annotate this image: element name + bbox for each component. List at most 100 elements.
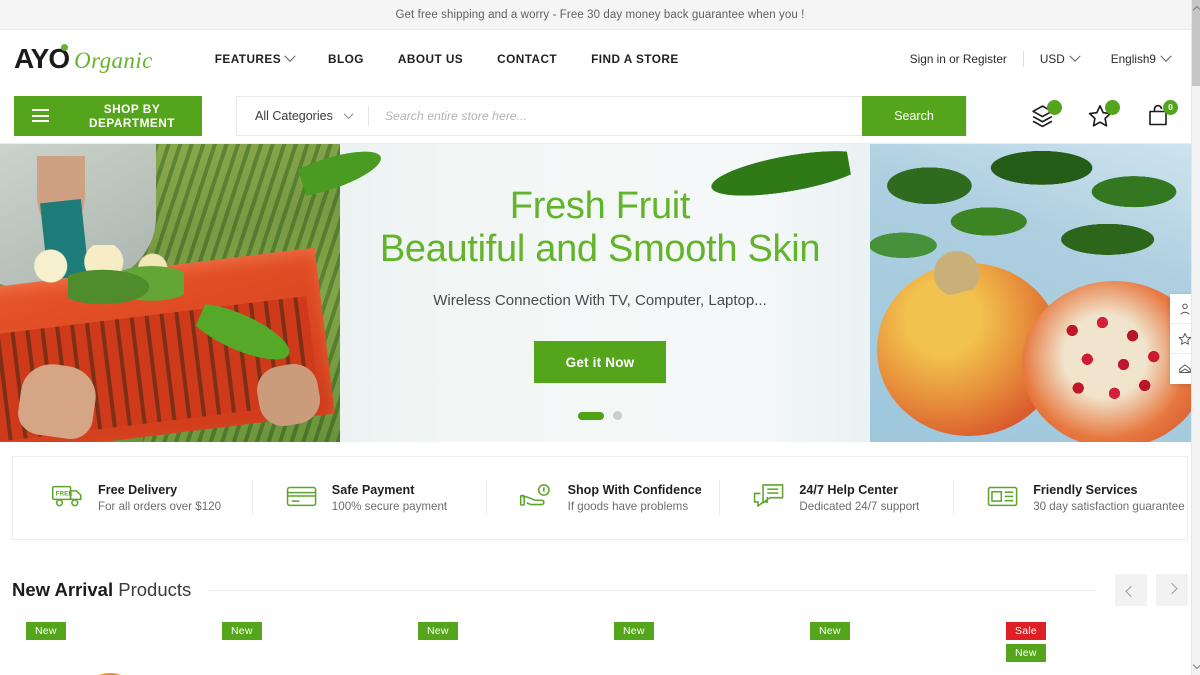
- status-badge: New: [1006, 644, 1046, 662]
- status-badge: Sale: [1006, 622, 1046, 640]
- header-action-icons: 0: [1028, 99, 1186, 130]
- benefit-subtitle: Dedicated 24/7 support: [799, 500, 920, 513]
- main-navigation: FEATURES BLOG ABOUT US CONTACT FIND A ST…: [214, 50, 679, 66]
- nav-item-about-us[interactable]: ABOUT US: [398, 52, 463, 66]
- section-title-light: Products: [118, 579, 192, 600]
- product-thumbnail: [269, 648, 343, 675]
- hero-pagination-dots: [578, 411, 622, 421]
- search-input[interactable]: [368, 96, 862, 135]
- language-label: English9: [1110, 52, 1156, 66]
- benefit-shop-with-confidence: Shop With Confidence If goods have probl…: [487, 482, 720, 515]
- product-card[interactable]: Sale New: [992, 622, 1188, 675]
- credit-card-icon: [285, 482, 319, 515]
- section-title-bold: New Arrival: [12, 579, 114, 600]
- product-card[interactable]: New: [796, 622, 992, 675]
- hero-content: Fresh Fruit Beautiful and Smooth Skin Wi…: [0, 144, 1200, 442]
- benefit-safe-payment: Safe Payment 100% secure payment: [253, 482, 486, 515]
- currency-selector[interactable]: USD: [1024, 50, 1095, 66]
- benefits-strip: FREE Free Delivery For all orders over $…: [12, 456, 1188, 540]
- benefit-title: Shop With Confidence: [567, 483, 702, 497]
- benefit-title: 24/7 Help Center: [799, 483, 899, 497]
- hand-shield-icon: [519, 482, 555, 515]
- language-selector[interactable]: English9: [1095, 50, 1186, 66]
- benefit-help-center: 24/7 Help Center Dedicated 24/7 support: [720, 482, 953, 515]
- site-header: AYO Organic FEATURES BLOG ABOUT US CONTA…: [0, 30, 1200, 88]
- product-carousel: New New New New New Sale New: [12, 622, 1188, 675]
- product-card[interactable]: New: [12, 622, 208, 675]
- status-badge: New: [26, 622, 66, 640]
- compare-icon[interactable]: [1028, 99, 1062, 130]
- search-bar-row: SHOP BY DEPARTMENT All Categories Search: [0, 88, 1200, 144]
- status-badge: New: [222, 622, 262, 640]
- carousel-controls: [1115, 574, 1188, 606]
- svg-text:FREE: FREE: [56, 490, 73, 497]
- hero-title-line-1: Fresh Fruit: [509, 185, 691, 227]
- hero-dot-1[interactable]: [578, 411, 604, 420]
- wishlist-badge: [1105, 99, 1120, 115]
- benefit-subtitle: 100% secure payment: [331, 500, 448, 513]
- product-thumbnail: [73, 648, 147, 675]
- product-badges: New: [614, 622, 782, 640]
- free-delivery-truck-icon: FREE: [51, 482, 85, 515]
- site-logo[interactable]: AYO Organic: [14, 43, 153, 75]
- wishlist-icon[interactable]: [1086, 99, 1120, 130]
- carousel-prev-button[interactable]: [1115, 574, 1147, 606]
- product-badges: New: [810, 622, 978, 640]
- chevron-left-icon: [1125, 585, 1137, 598]
- header-utility-links: Sign in or Register USD English9: [894, 50, 1186, 67]
- hero-title-line-2: Beautiful and Smooth Skin: [379, 228, 821, 271]
- category-dropdown-label: All Categories: [255, 108, 333, 123]
- product-card[interactable]: New: [600, 622, 796, 675]
- benefit-title: Friendly Services: [1033, 483, 1138, 497]
- benefit-subtitle: If goods have problems: [567, 500, 689, 513]
- new-arrival-header: New Arrival Products: [12, 574, 1188, 606]
- benefit-subtitle: 30 day satisfaction guarantee: [1033, 500, 1185, 513]
- benefit-title: Free Delivery: [98, 483, 178, 497]
- department-button-label: SHOP BY DEPARTMENT: [88, 101, 176, 130]
- nav-label: FEATURES: [214, 52, 282, 66]
- page-scrollbar[interactable]: [1191, 0, 1200, 675]
- benefit-title: Safe Payment: [331, 483, 415, 497]
- product-thumbnail: [661, 648, 735, 675]
- chevron-right-icon: [1166, 582, 1178, 595]
- benefit-subtitle: For all orders over $120: [98, 500, 222, 513]
- product-thumbnail: [465, 648, 539, 675]
- news-list-icon: [986, 482, 1020, 515]
- section-divider: [209, 589, 1097, 591]
- carousel-next-button[interactable]: [1156, 574, 1188, 606]
- logo-script-text: Organic: [74, 48, 153, 73]
- shop-by-department-button[interactable]: SHOP BY DEPARTMENT: [14, 95, 202, 136]
- search-button[interactable]: Search: [862, 95, 966, 136]
- cart-icon[interactable]: 0: [1144, 99, 1178, 130]
- nav-item-contact[interactable]: CONTACT: [497, 52, 557, 66]
- product-thumbnail: [857, 648, 931, 675]
- hero-dot-2[interactable]: [613, 411, 622, 421]
- chevron-down-icon: [1160, 50, 1172, 62]
- page-title: New Arrival Products: [12, 579, 191, 601]
- nav-item-features[interactable]: FEATURES: [214, 50, 296, 66]
- compare-badge: [1047, 99, 1062, 115]
- currency-label: USD: [1039, 52, 1065, 66]
- hamburger-menu-icon: [32, 109, 49, 122]
- status-badge: New: [418, 622, 458, 640]
- chevron-down-icon: [284, 50, 296, 62]
- announcement-bar: Get free shipping and a worry - Free 30 …: [0, 0, 1200, 30]
- page-root: Get free shipping and a worry - Free 30 …: [0, 0, 1200, 675]
- announcement-text: Get free shipping and a worry - Free 30 …: [395, 8, 805, 21]
- chevron-down-icon: [1069, 50, 1081, 62]
- product-badges: New: [26, 622, 194, 640]
- hero-carousel: Fresh Fruit Beautiful and Smooth Skin Wi…: [0, 144, 1200, 442]
- product-thumbnail: [1053, 648, 1127, 675]
- category-dropdown[interactable]: All Categories: [237, 97, 368, 135]
- nav-item-find-a-store[interactable]: FIND A STORE: [591, 52, 679, 66]
- nav-item-blog[interactable]: BLOG: [328, 52, 364, 66]
- product-badges: New: [418, 622, 586, 640]
- search-box: All Categories Search: [236, 95, 967, 136]
- chat-support-icon: [752, 482, 786, 515]
- scroll-down-icon[interactable]: [1192, 660, 1200, 670]
- status-badge: New: [810, 622, 850, 640]
- hero-cta-button[interactable]: Get it Now: [534, 341, 666, 384]
- product-card[interactable]: New: [208, 622, 404, 675]
- sign-in-register-link[interactable]: Sign in or Register: [894, 52, 1023, 66]
- product-card[interactable]: New: [404, 622, 600, 675]
